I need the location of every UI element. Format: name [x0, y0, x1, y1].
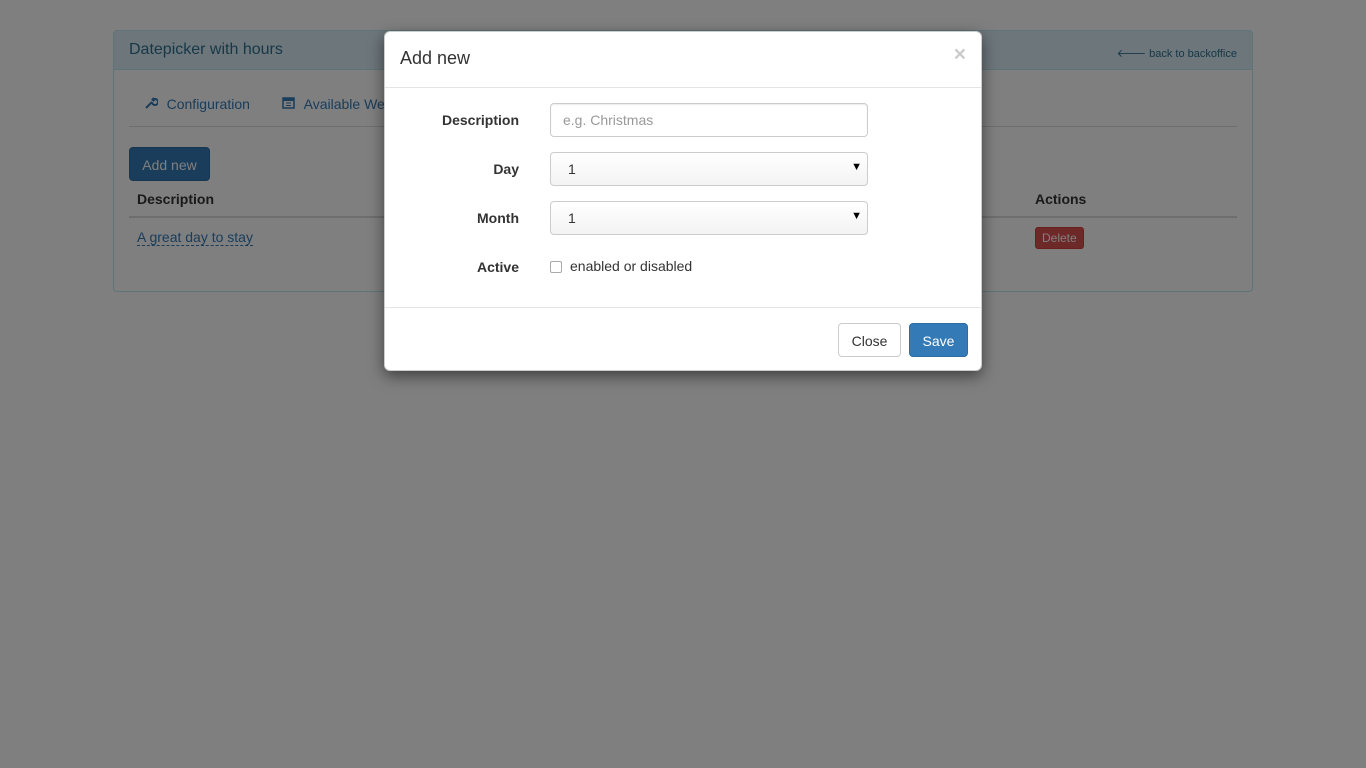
month-select[interactable]: 1 ▼ [550, 201, 868, 235]
active-checkbox-label[interactable]: enabled or disabled [570, 258, 692, 274]
day-select[interactable]: 1 ▼ [550, 152, 868, 186]
day-select-value: 1 [568, 161, 576, 177]
modal-title: Add new [400, 48, 471, 68]
caret-down-icon: ▼ [851, 161, 862, 173]
modal-header: Add new × [385, 32, 981, 88]
active-checkbox[interactable] [550, 261, 562, 273]
description-label: Description [441, 112, 519, 128]
save-button[interactable]: Save [909, 323, 968, 357]
month-label: Month [477, 210, 519, 226]
day-label: Day [493, 161, 519, 177]
modal-footer: Close Save [385, 307, 981, 372]
add-new-modal: Add new × Description Day 1 ▼ Month 1 ▼ … [384, 31, 982, 371]
caret-down-icon: ▼ [851, 210, 862, 222]
description-input[interactable] [550, 103, 868, 137]
close-button[interactable]: Close [838, 323, 901, 357]
close-icon[interactable]: × [954, 44, 966, 65]
active-label: Active [476, 259, 519, 275]
month-select-value: 1 [568, 210, 576, 226]
